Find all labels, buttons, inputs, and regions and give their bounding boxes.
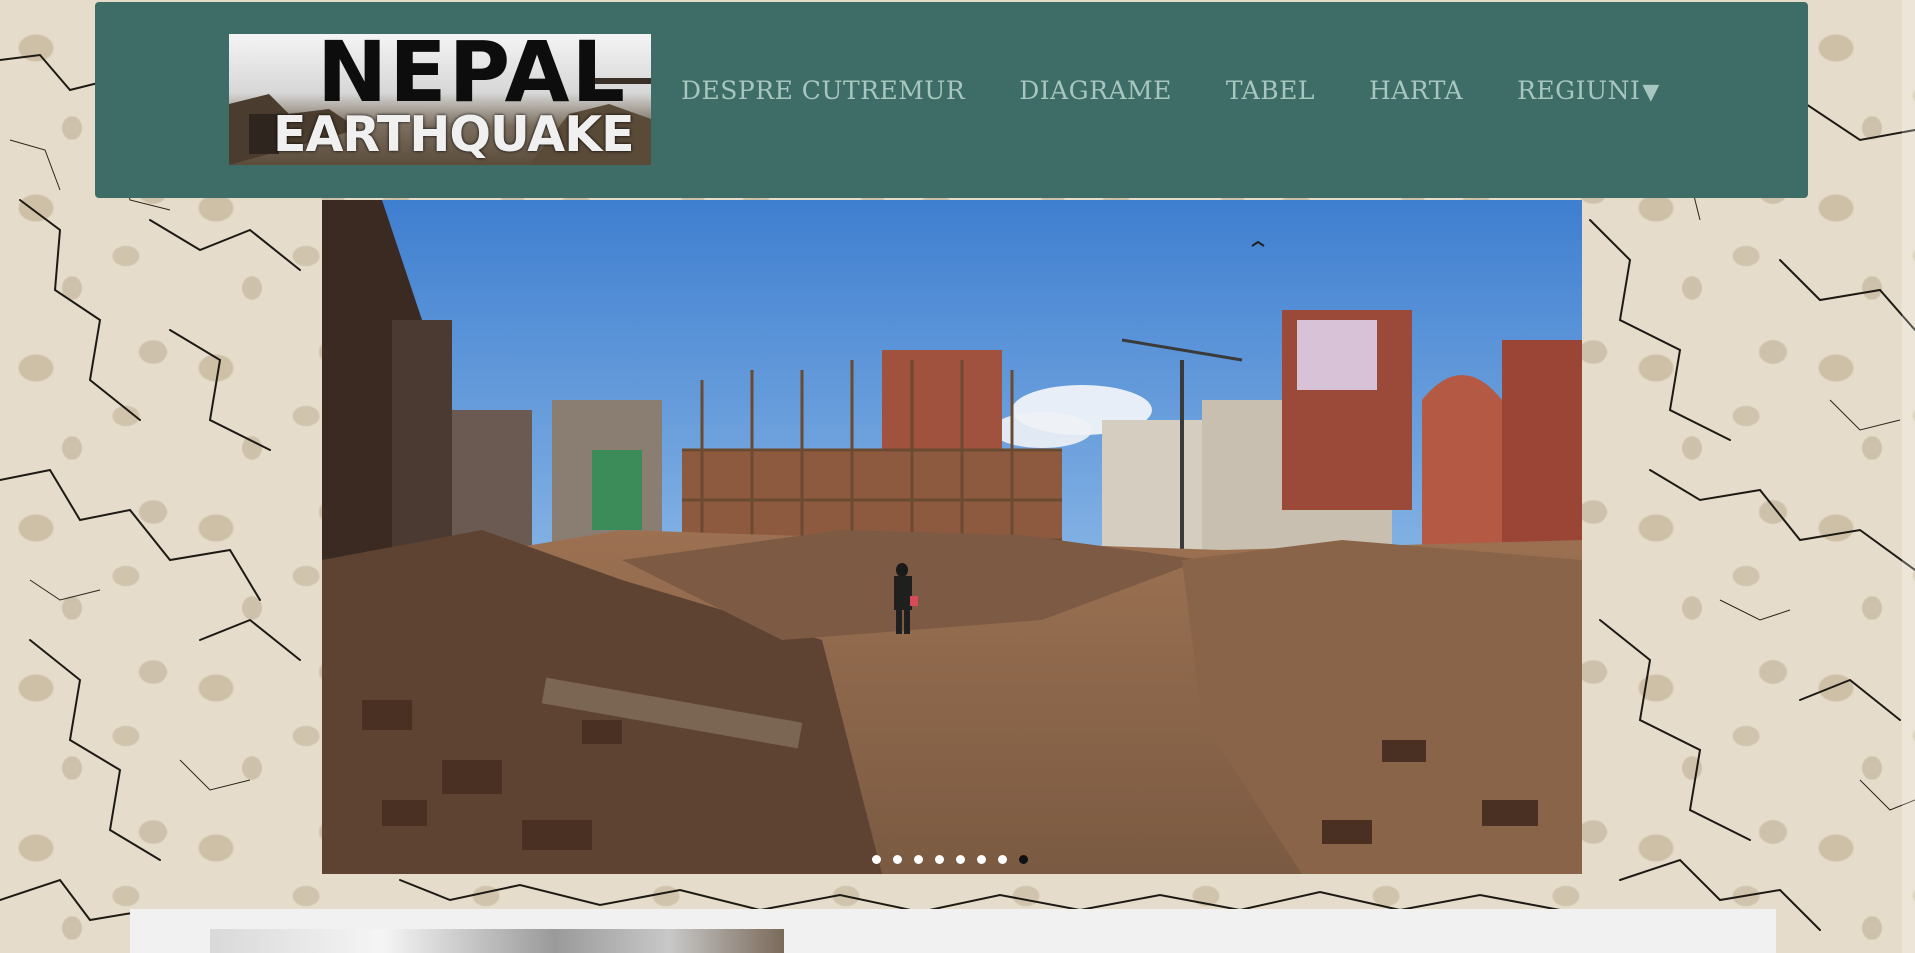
nav-item-despre-cutremur[interactable]: DESPRE CUTREMUR — [681, 76, 965, 105]
logo-title-line1: NEPAL — [317, 34, 628, 121]
slider-pagination — [872, 855, 1028, 864]
slide-image-earthquake-rubble — [322, 200, 1582, 874]
nav-item-label: DIAGRAME — [1019, 76, 1172, 105]
nav-item-label: HARTA — [1368, 76, 1464, 105]
slider-dot[interactable] — [893, 855, 902, 864]
header-bar: NEPAL EARTHQUAKE DESPRE CUTREMUR DIAGRAM… — [95, 2, 1808, 198]
slider-dot-active[interactable] — [1019, 855, 1028, 864]
slider-dot[interactable] — [872, 855, 881, 864]
slider-dot[interactable] — [956, 855, 965, 864]
nav-item-regiuni-dropdown[interactable]: REGIUNI▼ — [1517, 76, 1660, 105]
nav-item-label: TABEL — [1225, 76, 1315, 105]
nav-item-diagrame[interactable]: DIAGRAME — [1019, 76, 1172, 105]
nav-item-tabel[interactable]: TABEL — [1226, 76, 1315, 105]
nav-item-label: DESPRE CUTREMUR — [681, 76, 966, 105]
nav-item-label: REGIUNI — [1517, 76, 1641, 105]
content-panel — [130, 909, 1776, 953]
image-slider[interactable] — [322, 200, 1582, 874]
main-nav: DESPRE CUTREMUR DIAGRAME TABEL HARTA REG… — [681, 76, 1714, 105]
logo-title-line2: EARTHQUAKE — [273, 106, 635, 163]
dropdown-arrow-icon: ▼ — [1642, 80, 1660, 105]
content-thumbnail-image[interactable] — [210, 929, 784, 953]
nav-item-harta[interactable]: HARTA — [1369, 76, 1463, 105]
slider-dot[interactable] — [914, 855, 923, 864]
site-logo[interactable]: NEPAL EARTHQUAKE — [229, 34, 651, 165]
slider-dot[interactable] — [977, 855, 986, 864]
slider-dot[interactable] — [998, 855, 1007, 864]
slider-dot[interactable] — [935, 855, 944, 864]
scrollbar-track[interactable] — [1902, 0, 1915, 953]
